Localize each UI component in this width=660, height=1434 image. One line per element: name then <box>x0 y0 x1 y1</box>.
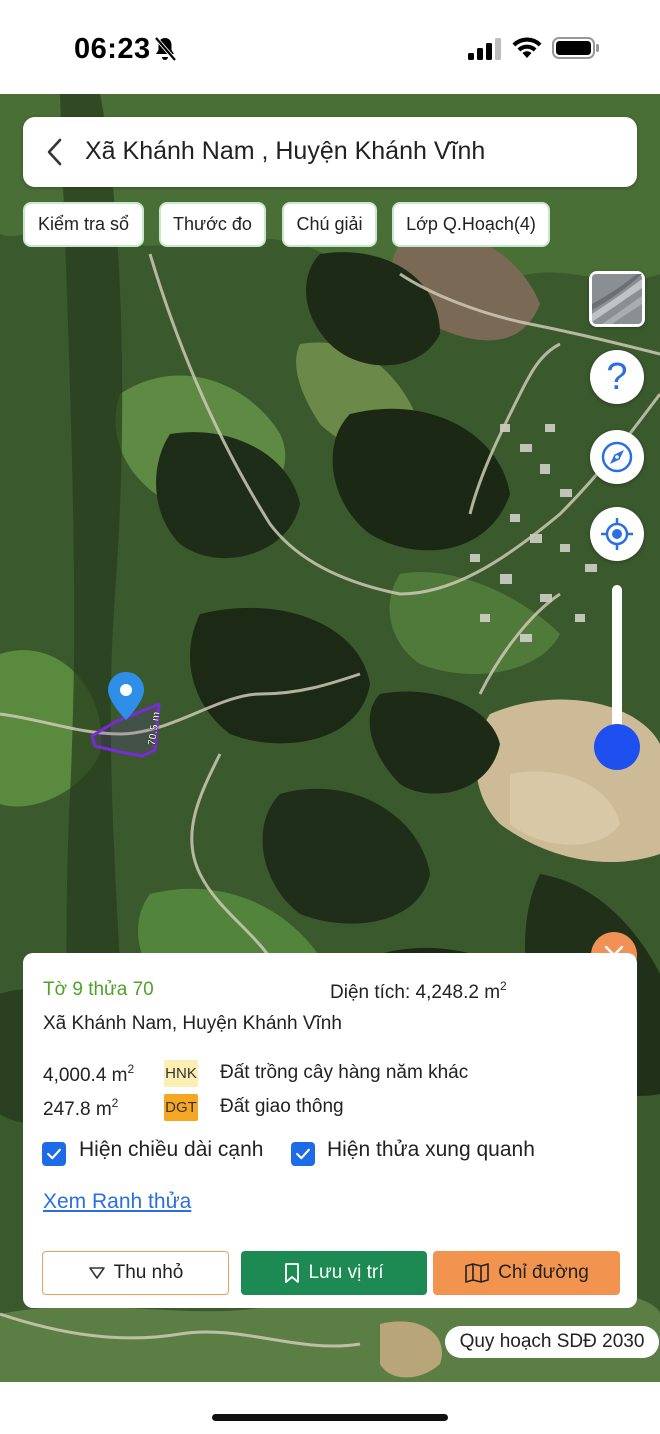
save-location-label: Lưu vị trí <box>308 1262 384 1283</box>
home-bar <box>0 1382 660 1434</box>
help-icon: ? <box>606 356 628 398</box>
total-area-value: Diện tích: 4,248.2 m <box>330 982 501 1003</box>
land-use-code-badge: DGT <box>164 1094 198 1121</box>
parcel-outline[interactable]: 70.5 m <box>85 668 175 768</box>
zoom-slider-thumb[interactable] <box>594 724 640 770</box>
collapse-label: Thu nhỏ <box>113 1262 184 1283</box>
legend-button[interactable]: Chú giải <box>282 202 377 247</box>
bookmark-icon <box>285 1263 300 1283</box>
my-location-button[interactable] <box>590 507 644 561</box>
land-use-name: Đất giao thông <box>220 1096 344 1117</box>
planning-year-badge[interactable]: Quy hoạch SDĐ 2030 <box>445 1326 659 1358</box>
directions-label: Chỉ đường <box>498 1262 589 1283</box>
triangle-down-icon <box>88 1267 105 1279</box>
status-bar: 06:23 <box>0 0 660 94</box>
checkmark-icon <box>47 1148 61 1160</box>
satellite-layer-thumbnail-icon <box>592 274 642 324</box>
wifi-icon <box>512 37 542 58</box>
crosshair-location-icon <box>601 518 633 550</box>
show-edge-length-label[interactable]: Hiện chiều dài cạnh <box>79 1138 263 1162</box>
ruler-button[interactable]: Thước đo <box>159 202 266 247</box>
parcel-id: Tờ 9 thửa 70 <box>43 979 154 1000</box>
page-title: Xã Khánh Nam , Huyện Khánh Vĩnh <box>85 137 486 165</box>
status-time: 06:23 <box>74 33 151 65</box>
land-use-area: 4,000.4 m2 <box>43 1062 134 1087</box>
collapse-button[interactable]: Thu nhỏ <box>42 1251 229 1295</box>
total-area-unit-exp: 2 <box>500 979 507 993</box>
total-area: Diện tích: 4,248.2 m2 <box>330 979 507 1004</box>
show-neighbors-label[interactable]: Hiện thửa xung quanh <box>327 1138 535 1162</box>
compass-icon <box>601 441 633 473</box>
land-use-area-value: 247.8 m <box>43 1099 112 1120</box>
home-indicator[interactable] <box>212 1414 448 1421</box>
land-use-area-exp: 2 <box>111 1096 119 1110</box>
view-boundary-link[interactable]: Xem Ranh thửa <box>43 1190 191 1214</box>
planning-layers-button[interactable]: Lớp Q.Hoạch(4) <box>392 202 550 247</box>
land-use-code-badge: HNK <box>164 1060 198 1087</box>
land-use-area-exp: 2 <box>127 1062 135 1076</box>
directions-button[interactable]: Chỉ đường <box>433 1251 620 1295</box>
parcel-address: Xã Khánh Nam, Huyện Khánh Vĩnh <box>43 1013 342 1034</box>
bell-muted-icon <box>154 36 177 62</box>
checkmark-icon <box>296 1148 310 1160</box>
header-bar: Xã Khánh Nam , Huyện Khánh Vĩnh <box>23 117 637 187</box>
show-edge-length-checkbox[interactable] <box>42 1142 66 1166</box>
land-use-area-value: 4,000.4 m <box>43 1065 128 1086</box>
help-button[interactable]: ? <box>590 350 644 404</box>
parcel-info-card: Tờ 9 thửa 70 Diện tích: 4,248.2 m2 Xã Kh… <box>23 953 637 1308</box>
land-use-name: Đất trồng cây hàng năm khác <box>220 1062 469 1083</box>
map-icon <box>465 1263 489 1283</box>
map-layer-button[interactable] <box>589 271 645 327</box>
save-location-button[interactable]: Lưu vị trí <box>241 1251 427 1295</box>
land-use-area: 247.8 m2 <box>43 1096 118 1121</box>
battery-icon <box>552 37 599 59</box>
compass-button[interactable] <box>590 430 644 484</box>
check-book-button[interactable]: Kiểm tra sổ <box>23 202 144 247</box>
cellular-signal-icon <box>468 38 501 60</box>
show-neighbors-checkbox[interactable] <box>291 1142 315 1166</box>
back-arrow-icon[interactable] <box>39 135 73 169</box>
